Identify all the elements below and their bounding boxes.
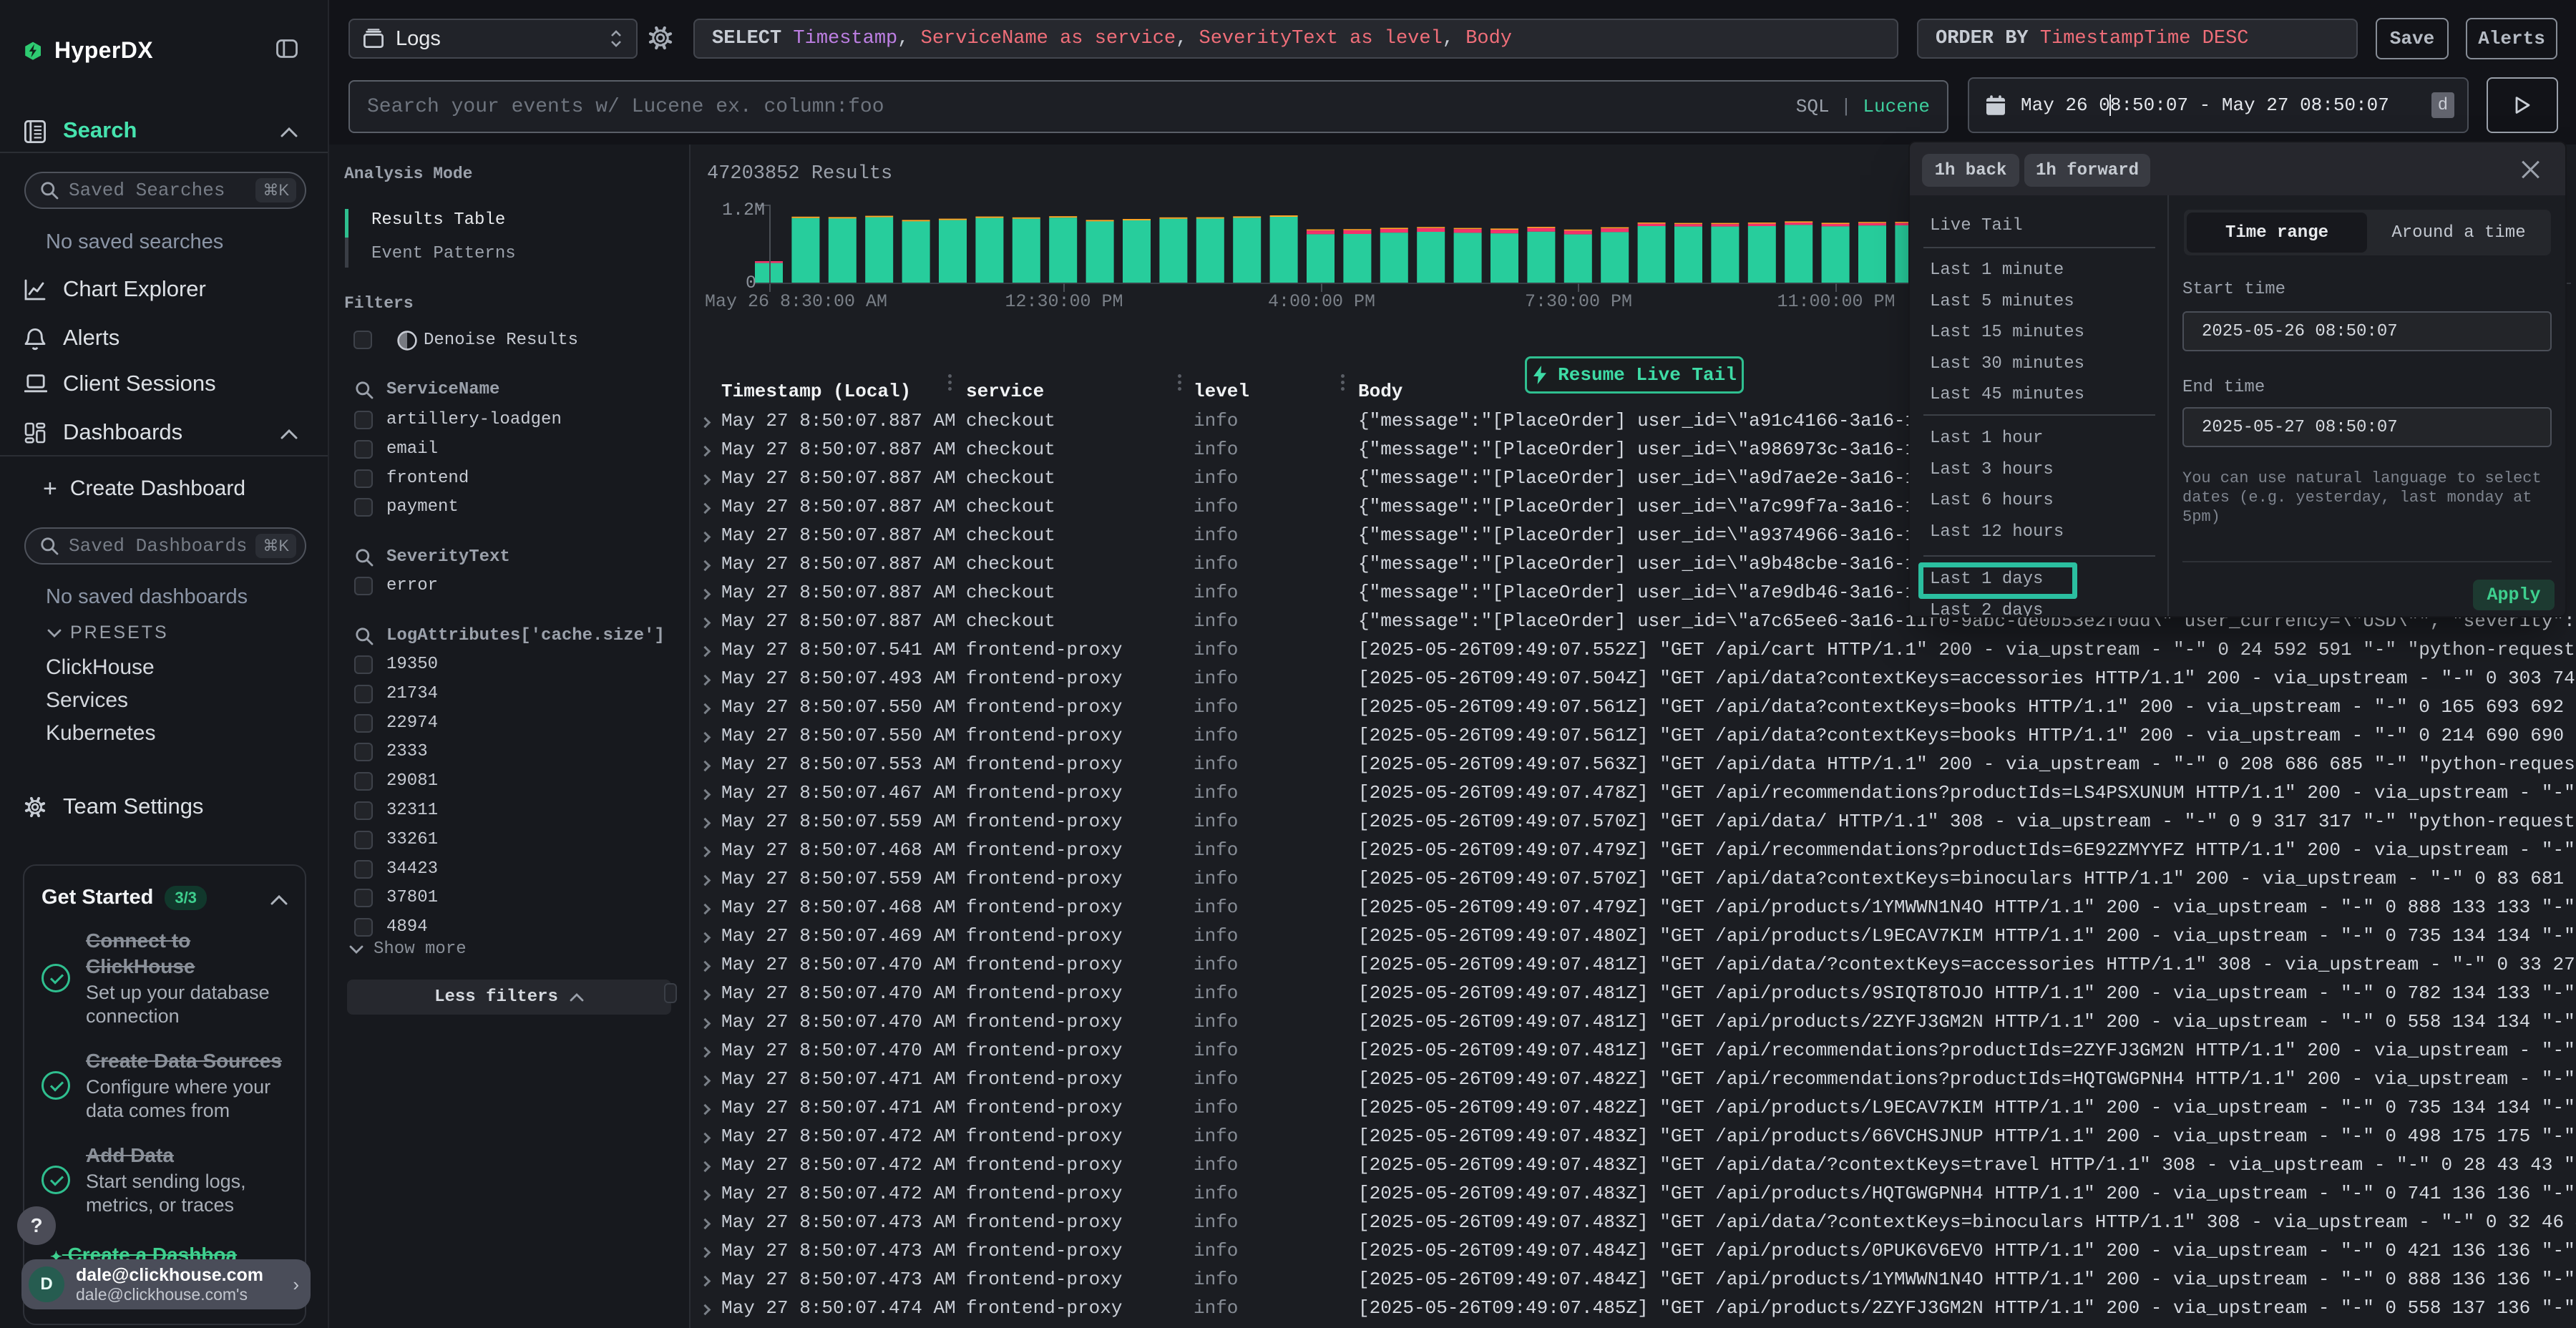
svg-text:1.2M: 1.2M (722, 202, 765, 220)
svg-text:0: 0 (746, 273, 756, 293)
svg-text:May 26 8:30:00 AM: May 26 8:30:00 AM (705, 291, 887, 312)
svg-text:7:30:00 PM: 7:30:00 PM (1525, 291, 1632, 312)
svg-text:11:00:00 PM: 11:00:00 PM (1777, 291, 1895, 312)
svg-text:4:00:00 PM: 4:00:00 PM (1268, 291, 1375, 312)
svg-text:12:30:00 PM: 12:30:00 PM (1005, 291, 1123, 312)
